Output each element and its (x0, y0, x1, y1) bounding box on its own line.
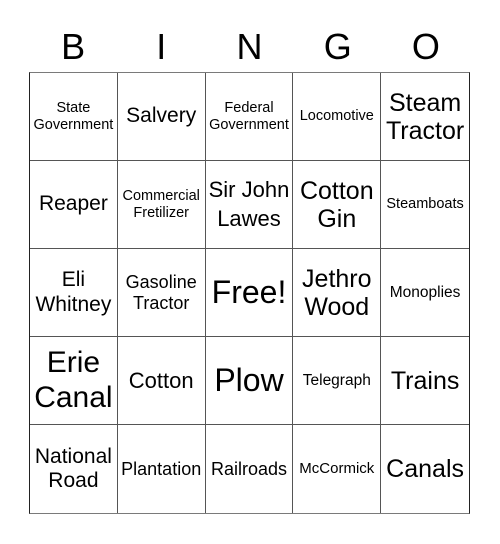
bingo-header: B I N G O (29, 22, 470, 72)
bingo-cell[interactable]: Telegraph (293, 337, 382, 425)
bingo-cell[interactable]: Railroads (206, 425, 294, 513)
bingo-cell[interactable]: Plow (205, 337, 294, 425)
bingo-cell[interactable]: Federal Government (205, 73, 294, 161)
bingo-cell[interactable]: Canals (381, 425, 469, 513)
bingo-cell[interactable]: Steam Tractor (381, 73, 469, 161)
bingo-cell[interactable]: Locomotive (293, 73, 382, 161)
bingo-cell[interactable]: Jethro Wood (293, 249, 382, 337)
free-space-cell[interactable]: Free! (205, 249, 294, 337)
bingo-cell[interactable]: Plantation (118, 425, 206, 513)
header-letter-o: O (411, 26, 440, 67)
bingo-cell[interactable]: McCormick (293, 425, 382, 513)
bingo-cell[interactable]: Erie Canal (30, 337, 118, 425)
header-letter-n: N (236, 26, 263, 67)
bingo-cell[interactable]: Cotton Gin (293, 161, 382, 249)
bingo-cell[interactable]: Steamboats (381, 161, 469, 249)
bingo-cell[interactable]: Reaper (30, 161, 118, 249)
bingo-cell[interactable]: Cotton (117, 337, 206, 425)
header-letter-i: I (156, 26, 167, 67)
bingo-cell[interactable]: Commercial Fretilizer (117, 161, 206, 249)
bingo-cell[interactable]: Salvery (117, 73, 206, 161)
bingo-cell[interactable]: Monoplies (381, 249, 469, 337)
bingo-cell[interactable]: National Road (30, 425, 118, 513)
bingo-cell[interactable]: State Government (30, 73, 118, 161)
bingo-grid: State Government Salvery Federal Governm… (29, 72, 470, 514)
header-letter-b: B (61, 26, 86, 67)
bingo-cell[interactable]: Eli Whitney (30, 249, 118, 337)
header-letter-g: G (323, 26, 352, 67)
bingo-cell[interactable]: Trains (381, 337, 469, 425)
bingo-cell[interactable]: Sir John Lawes (205, 161, 294, 249)
bingo-cell[interactable]: Gasoline Tractor (117, 249, 206, 337)
